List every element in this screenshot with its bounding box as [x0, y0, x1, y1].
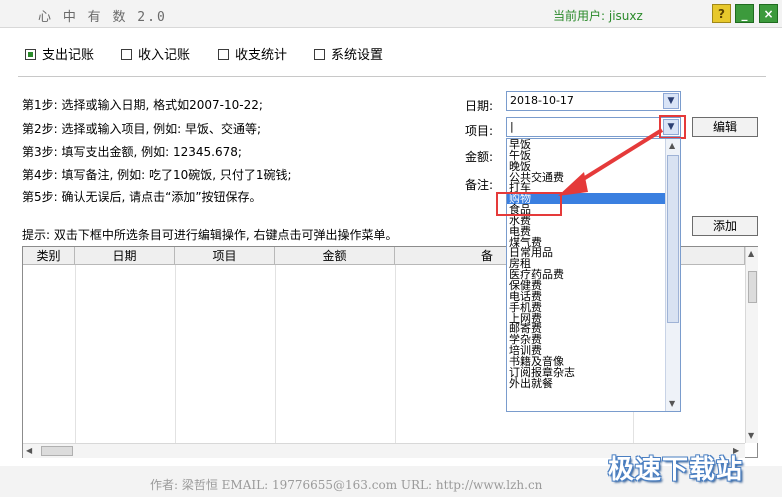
note-label: 备注:	[465, 178, 494, 192]
tab-income-label: 收入记账	[138, 48, 191, 63]
table-vertical-scrollbar[interactable]: ▲ ▼	[745, 247, 758, 443]
tab-statistics[interactable]: 收支统计	[218, 48, 287, 64]
tab-expense-label: 支出记账	[42, 48, 95, 63]
step-3-text: 第3步: 填写支出金额, 例如: 12345.678;	[22, 145, 242, 159]
dropdown-option[interactable]: 订阅报章杂志	[507, 367, 665, 378]
scrollbar-thumb[interactable]	[41, 446, 73, 456]
chevron-down-icon[interactable]: ▼	[663, 93, 679, 109]
tab-income[interactable]: 收入记账	[121, 48, 190, 64]
scroll-down-icon[interactable]: ▼	[669, 399, 675, 408]
scroll-up-icon[interactable]: ▲	[748, 249, 754, 258]
item-value: |	[510, 120, 514, 133]
amount-label: 金额:	[465, 150, 494, 164]
date-label: 日期:	[465, 99, 494, 113]
tab-statistics-label: 收支统计	[235, 48, 288, 63]
tab-expense[interactable]: 支出记账	[25, 48, 94, 64]
watermark-logo: 极速下载站	[608, 455, 744, 485]
close-button[interactable]: ×	[759, 4, 778, 23]
step-5-text: 第5步: 确认无误后, 请点击“添加”按钮保存。	[22, 190, 262, 204]
date-select[interactable]: 2018-10-17 ▼	[506, 91, 681, 111]
tab-settings[interactable]: 系统设置	[314, 48, 383, 64]
column-line	[75, 265, 76, 445]
item-label: 项目:	[465, 124, 494, 138]
col-header-item[interactable]: 项目	[175, 247, 275, 265]
scroll-down-icon[interactable]: ▼	[748, 431, 754, 440]
checkbox-icon[interactable]	[218, 49, 229, 60]
column-line	[175, 265, 176, 445]
current-user: 当前用户: jisuxz	[553, 9, 643, 23]
red-arrow-icon	[558, 128, 664, 196]
dropdown-option[interactable]: 手机费	[507, 302, 665, 313]
footer-text: 作者: 梁哲恒 EMAIL: 19776655@163.com URL: htt…	[150, 478, 543, 492]
dropdown-option[interactable]: 电费	[507, 226, 665, 237]
scroll-left-icon[interactable]: ◀	[26, 446, 32, 455]
dropdown-option[interactable]: 外出就餐	[507, 378, 665, 389]
hint-text: 提示: 双击下框中所选条目可进行编辑操作, 右键点击可弹出操作菜单。	[22, 228, 398, 242]
checkbox-icon[interactable]	[314, 49, 325, 60]
step-1-text: 第1步: 选择或输入日期, 格式如2007-10-22;	[22, 98, 263, 112]
step-4-text: 第4步: 填写备注, 例如: 吃了10碗饭, 只付了1碗钱;	[22, 168, 292, 182]
column-line	[395, 265, 396, 445]
column-line	[275, 265, 276, 445]
checkbox-icon[interactable]	[121, 49, 132, 60]
edit-button[interactable]: 编辑	[692, 117, 758, 137]
checkbox-checked-icon[interactable]	[25, 49, 36, 60]
scrollbar-thumb[interactable]	[748, 271, 757, 303]
app-title: 心 中 有 数 2.0	[38, 10, 167, 25]
minimize-button[interactable]: _	[735, 4, 754, 23]
add-button[interactable]: 添加	[692, 216, 758, 236]
date-value: 2018-10-17	[510, 94, 574, 107]
col-header-category[interactable]: 类别	[23, 247, 75, 265]
step-2-text: 第2步: 选择或输入项目, 例如: 早饭、交通等;	[22, 122, 262, 136]
divider	[18, 76, 766, 77]
tab-settings-label: 系统设置	[331, 48, 384, 63]
help-button[interactable]: ?	[712, 4, 731, 23]
col-header-amount[interactable]: 金额	[275, 247, 395, 265]
col-header-date[interactable]: 日期	[75, 247, 175, 265]
